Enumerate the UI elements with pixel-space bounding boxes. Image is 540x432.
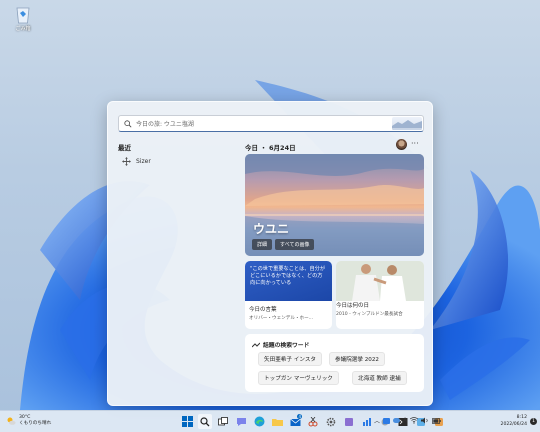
move-arrows-icon <box>122 157 131 166</box>
system-tray: ︿ A <box>374 416 441 425</box>
hero-card[interactable]: ウユニ 詳細 すべての画像 <box>245 154 424 256</box>
chat-icon <box>236 417 246 426</box>
clock-date: 2022/06/24 <box>500 422 527 427</box>
details-button[interactable]: 詳細 <box>252 239 273 250</box>
edge-button[interactable] <box>252 414 266 429</box>
mail-button[interactable]: 4 <box>288 414 302 429</box>
quote-text: "この世で重要なことは、自分がどこにいるかではなく、どの方向に向かっている <box>245 261 332 301</box>
avatar[interactable] <box>396 139 407 150</box>
quote-card-title: 今日の言葉 <box>249 307 277 313</box>
snipping-icon <box>308 416 318 426</box>
sun-cloud-icon <box>7 417 16 425</box>
app-button[interactable] <box>342 414 356 429</box>
ime-indicator[interactable]: A <box>403 417 407 424</box>
trending-up-icon <box>252 342 260 347</box>
recent-title: 最近 <box>118 144 131 152</box>
cloud-tray-icon[interactable] <box>393 418 401 423</box>
recent-item-label: Sizer <box>136 158 151 165</box>
settings-icon <box>326 417 336 426</box>
task-view-icon <box>218 416 228 425</box>
notification-badge[interactable]: 1 <box>530 418 537 425</box>
quote-card[interactable]: "この世で重要なことは、自分がどこにいるかではなく、どの方向に向かっている 今日… <box>245 261 332 329</box>
weather-widget-button[interactable]: 30°C くもりのち晴れ <box>6 415 51 427</box>
volume-icon[interactable] <box>421 417 429 424</box>
chat-button[interactable] <box>234 414 248 429</box>
weather-desc: くもりのち晴れ <box>19 421 52 426</box>
recent-item-sizer[interactable]: Sizer <box>122 157 151 166</box>
more-options-button[interactable]: ··· <box>411 139 419 148</box>
recycle-bin-icon <box>14 4 32 24</box>
edge-icon <box>254 416 264 427</box>
trending-chip-1[interactable]: 矢田亜希子 インスタ <box>258 352 323 366</box>
trending-card: 話題の検索ワード 矢田亜希子 インスタ 参議院選挙 2022 トップガン マーヴ… <box>245 334 424 392</box>
search-icon <box>200 416 210 426</box>
file-explorer-button[interactable] <box>270 414 284 429</box>
quote-card-subtitle: オリバー・ウェンデル・ホー... <box>249 316 314 321</box>
on-this-day-title: 今日は何の日 <box>336 303 370 309</box>
all-images-button[interactable]: すべての画像 <box>275 239 315 250</box>
clock[interactable]: 8:12 2022/06/24 <box>497 414 527 428</box>
search-button[interactable] <box>198 414 212 429</box>
on-this-day-subtitle: 2010 - ウィンブルドン最長試合 <box>336 312 403 317</box>
app-tray-icon[interactable] <box>383 417 391 424</box>
hero-title: ウユニ <box>253 222 290 236</box>
task-view-button[interactable] <box>216 414 230 429</box>
search-thumbnail-image <box>392 117 422 130</box>
app-icon <box>345 417 353 426</box>
taskbar: 30°C くもりのち晴れ 4 ︿ A 8:12 2022/06/24 1 <box>0 410 540 432</box>
chart-app-button[interactable] <box>360 414 374 429</box>
battery-icon[interactable] <box>432 417 441 424</box>
wifi-icon[interactable] <box>410 417 419 424</box>
clock-time: 8:12 <box>516 415 527 420</box>
chevron-up-icon[interactable]: ︿ <box>374 416 380 425</box>
mail-badge: 4 <box>297 414 302 419</box>
recycle-bin-label: ごみ箱 <box>15 26 31 32</box>
trending-chip-4[interactable]: 北海道 教師 逮捕 <box>352 371 407 385</box>
widgets-panel: 今日の旅: ウユニ塩湖 最近 Sizer 今日 ・ 6月24日 ··· ウユニ … <box>107 101 433 406</box>
search-icon <box>124 119 132 127</box>
search-box[interactable]: 今日の旅: ウユニ塩湖 <box>118 115 424 132</box>
trending-chip-3[interactable]: トップガン マーヴェリック <box>258 371 339 385</box>
tennis-players-image <box>336 261 424 301</box>
on-this-day-card[interactable]: 今日は何の日 2010 - ウィンブルドン最長試合 <box>336 261 424 329</box>
settings-button[interactable] <box>324 414 338 429</box>
search-placeholder: 今日の旅: ウユニ塩湖 <box>136 121 194 128</box>
snipping-tool-button[interactable] <box>306 414 320 429</box>
file-explorer-icon <box>271 418 283 426</box>
chart-app-icon <box>363 417 371 426</box>
recycle-bin[interactable]: ごみ箱 <box>8 4 38 32</box>
windows-start-button[interactable] <box>180 414 194 429</box>
windows-start-icon <box>181 416 193 427</box>
trending-chip-2[interactable]: 参議院選挙 2022 <box>329 352 385 366</box>
trending-title: 話題の検索ワード <box>263 343 310 349</box>
